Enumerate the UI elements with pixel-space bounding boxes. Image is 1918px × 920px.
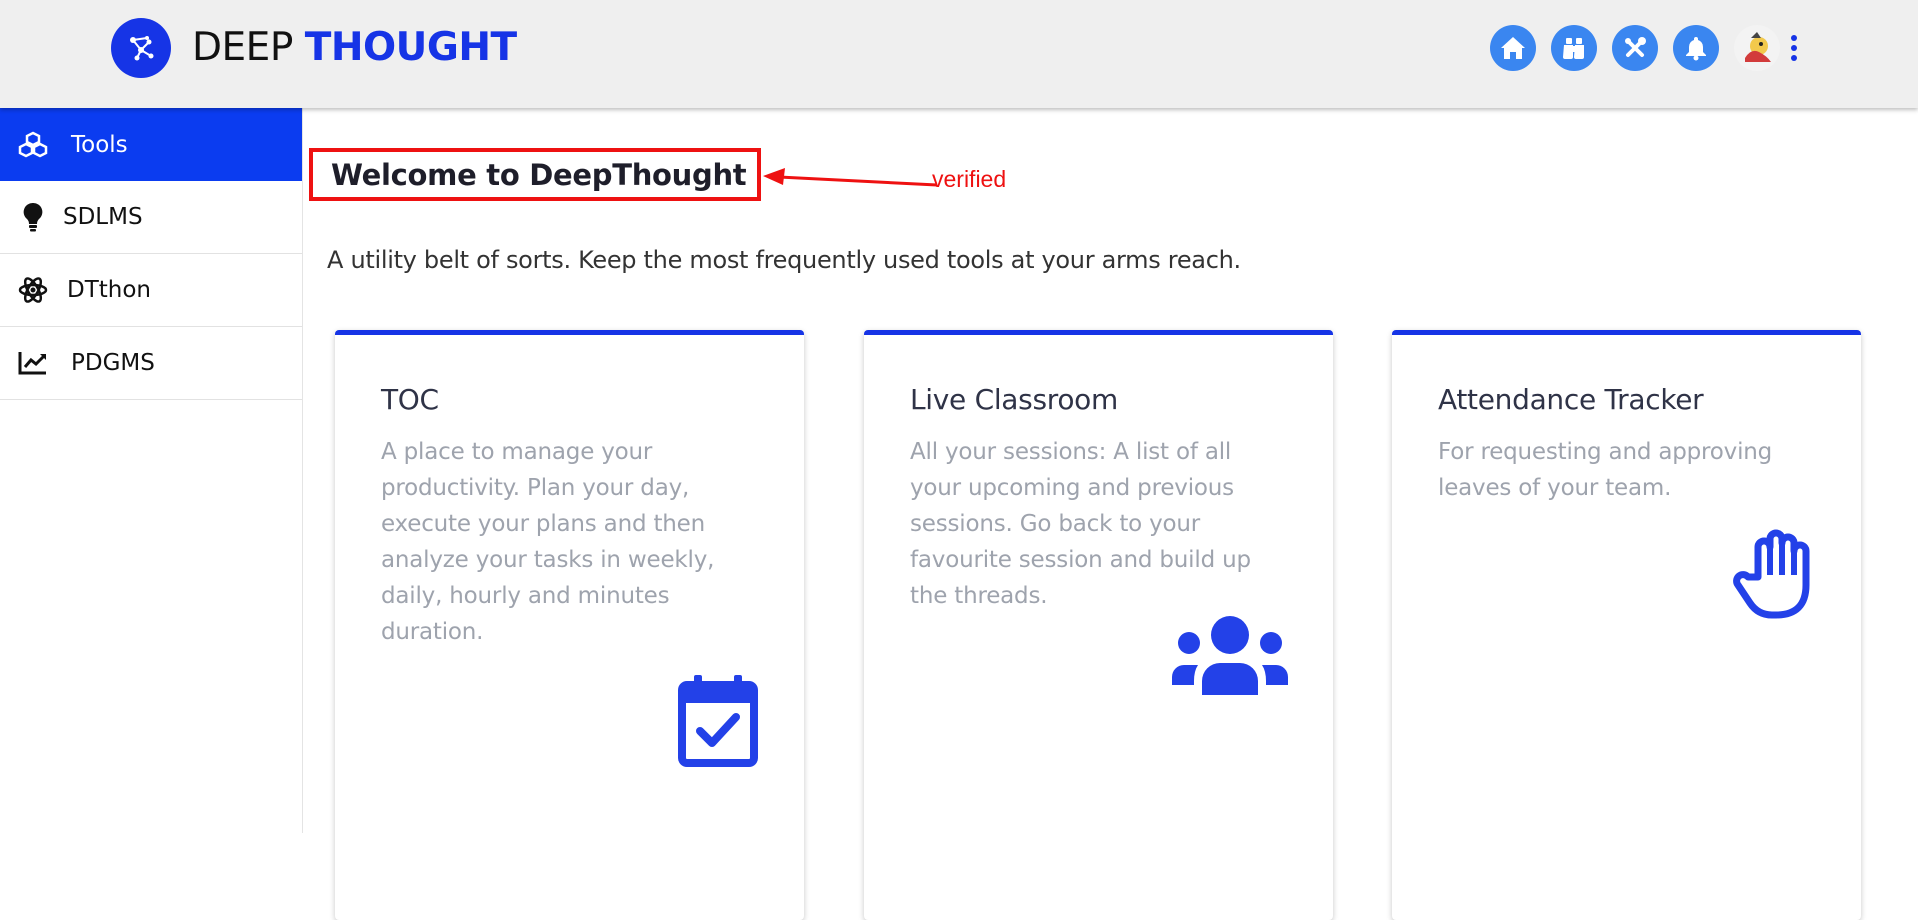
sidebar-item-label: PDGMS bbox=[71, 350, 155, 376]
tool-card-attendance-tracker[interactable]: Attendance Tracker For requesting and ap… bbox=[1392, 330, 1861, 920]
brand-part-1: DEEP bbox=[192, 25, 293, 70]
sidebar-item-dtthon[interactable]: DTthon bbox=[0, 254, 302, 327]
sidebar-item-label: Tools bbox=[71, 131, 128, 158]
binoculars-icon[interactable] bbox=[1551, 25, 1597, 71]
more-vert-icon[interactable] bbox=[1786, 25, 1802, 71]
page-title: Welcome to DeepThought bbox=[331, 157, 747, 192]
brand-name[interactable]: DEEP THOUGHT bbox=[192, 24, 517, 72]
logo-icon[interactable] bbox=[111, 18, 171, 78]
card-description: All your sessions: A list of all your up… bbox=[910, 439, 1251, 609]
card-description: For requesting and approving leaves of y… bbox=[1438, 439, 1773, 501]
sidebar-item-pdgms[interactable]: PDGMS bbox=[0, 327, 302, 400]
tools-icon[interactable] bbox=[1612, 25, 1658, 71]
page-subtitle: A utility belt of sorts. Keep the most f… bbox=[327, 246, 1241, 274]
users-icon bbox=[1172, 615, 1288, 702]
app-header: DEEP THOUGHT bbox=[0, 0, 1918, 108]
sidebar-item-tools[interactable]: Tools bbox=[0, 108, 302, 181]
main-content: Welcome to DeepThought verified A utilit… bbox=[304, 108, 1918, 920]
home-icon[interactable] bbox=[1490, 25, 1536, 71]
atom-icon bbox=[17, 274, 49, 306]
annotation-label: verified bbox=[932, 166, 1007, 192]
brand-part-2: THOUGHT bbox=[304, 25, 517, 70]
title-highlight-box: Welcome to DeepThought bbox=[309, 148, 761, 201]
header-actions bbox=[1490, 25, 1802, 71]
cubes-icon bbox=[17, 129, 49, 161]
bell-icon[interactable] bbox=[1673, 25, 1719, 71]
card-description: A place to manage your productivity. Pla… bbox=[381, 439, 715, 645]
tool-card-toc[interactable]: TOC A place to manage your productivity.… bbox=[335, 330, 804, 920]
tool-card-live-classroom[interactable]: Live Classroom All your sessions: A list… bbox=[864, 330, 1333, 920]
chart-line-icon bbox=[17, 347, 49, 379]
hand-icon bbox=[1732, 525, 1816, 626]
sidebar-item-sdlms[interactable]: SDLMS bbox=[0, 181, 302, 254]
calendar-check-icon bbox=[678, 675, 758, 772]
avatar[interactable] bbox=[1734, 25, 1780, 71]
card-title: Live Classroom bbox=[910, 383, 1118, 416]
annotation-arrow bbox=[763, 168, 938, 187]
sidebar: Tools SDLMS DTthon PDGMS bbox=[0, 108, 303, 833]
card-title: Attendance Tracker bbox=[1438, 383, 1704, 416]
lightbulb-icon bbox=[17, 201, 49, 233]
sidebar-item-label: SDLMS bbox=[63, 204, 143, 230]
sidebar-item-label: DTthon bbox=[67, 277, 152, 303]
card-title: TOC bbox=[381, 383, 439, 416]
